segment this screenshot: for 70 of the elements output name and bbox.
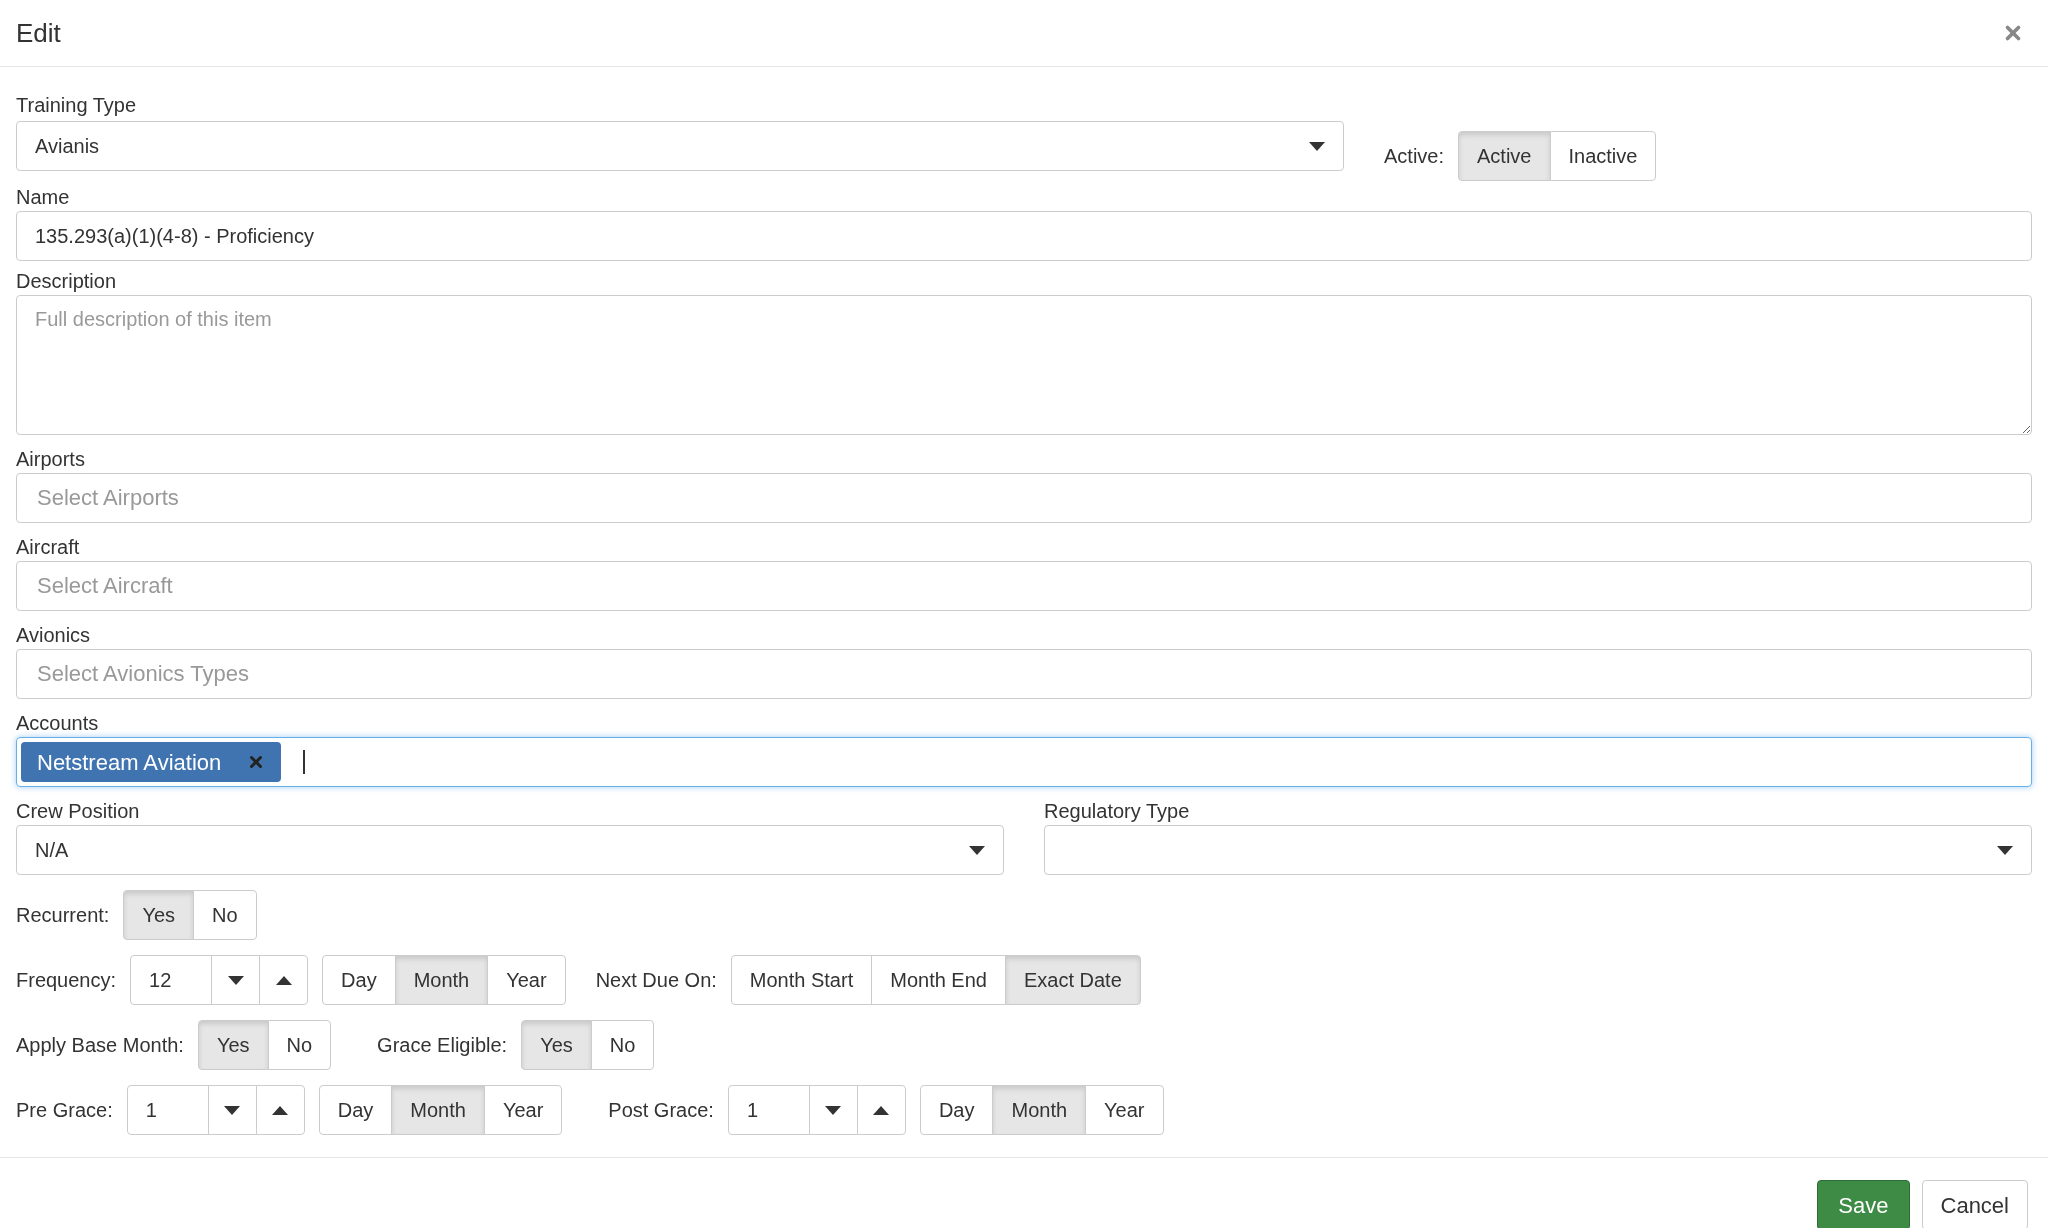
- toggle-button[interactable]: Year: [1085, 1085, 1164, 1135]
- select-value: Avianis: [35, 134, 100, 159]
- number-field[interactable]: 1: [727, 1085, 810, 1135]
- toggle-button[interactable]: Yes: [521, 1020, 592, 1070]
- dropdown-select[interactable]: N/A: [16, 825, 1004, 875]
- multi-select-field[interactable]: Select Avionics Types: [16, 649, 2032, 699]
- dropdown-select[interactable]: Avianis: [16, 121, 1344, 171]
- field-label: Accounts: [16, 711, 100, 736]
- decrement-button[interactable]: [808, 1085, 858, 1135]
- increment-button[interactable]: [259, 955, 309, 1005]
- toggle-button[interactable]: Yes: [197, 1020, 269, 1070]
- caret-down-icon: [227, 975, 244, 985]
- dialog-title: Edit: [16, 16, 61, 50]
- field-label: Name: [16, 185, 71, 210]
- caret-up-icon: [873, 1105, 890, 1115]
- number-field[interactable]: 1: [126, 1085, 209, 1135]
- toggle-button[interactable]: No: [193, 890, 257, 940]
- caret-down-icon: [1309, 141, 1325, 151]
- field-label: Description: [16, 269, 118, 294]
- field-label: Aircraft: [16, 535, 81, 560]
- field-label: Grace Eligible:: [377, 1033, 508, 1058]
- toggle-button[interactable]: Yes: [123, 890, 194, 940]
- toggle-button[interactable]: Year: [487, 955, 566, 1005]
- multi-select-field[interactable]: Select Airports: [16, 473, 2032, 523]
- field-label: Apply Base Month:: [16, 1033, 184, 1058]
- field-label: Pre Grace:: [16, 1098, 113, 1123]
- field-label: Avionics: [16, 623, 92, 648]
- caret-down-icon: [224, 1105, 241, 1115]
- select-value: N/A: [35, 838, 69, 863]
- toggle-button[interactable]: Month Start: [730, 955, 873, 1005]
- toggle-button[interactable]: Month: [391, 1085, 485, 1135]
- toggle-button[interactable]: Active: [1458, 131, 1551, 181]
- toggle-button[interactable]: Month: [394, 955, 489, 1005]
- description-field[interactable]: Full description of this item: [16, 295, 2032, 435]
- field-label: Regulatory Type: [1044, 799, 1191, 824]
- caret-up-icon: [272, 1105, 289, 1115]
- field-label: Post Grace:: [608, 1098, 714, 1123]
- toggle-button[interactable]: Month End: [871, 955, 1006, 1005]
- field-label: Airports: [16, 447, 86, 472]
- account-tag[interactable]: Netstream Aviation: [21, 742, 282, 782]
- caret-down-icon: [825, 1105, 842, 1115]
- caret-down-icon: [1997, 845, 2013, 855]
- toggle-button[interactable]: Inactive: [1549, 131, 1657, 181]
- increment-button[interactable]: [255, 1085, 305, 1135]
- field-label: Frequency:: [16, 968, 117, 993]
- multi-select-field[interactable]: Select Aircraft: [16, 561, 2032, 611]
- field-label: Active:: [1384, 144, 1445, 169]
- increment-button[interactable]: [856, 1085, 906, 1135]
- name-field[interactable]: 135.293(a)(1)(4-8) - Proficiency: [16, 211, 2032, 261]
- toggle-button[interactable]: Day: [322, 955, 396, 1005]
- field-label: Recurrent:: [16, 903, 110, 928]
- decrement-button[interactable]: [207, 1085, 257, 1135]
- toggle-button[interactable]: Month: [992, 1085, 1087, 1135]
- toggle-button[interactable]: Day: [318, 1085, 393, 1135]
- accounts-field[interactable]: Netstream Aviation: [16, 737, 2032, 787]
- toggle-button[interactable]: Day: [919, 1085, 994, 1135]
- text-cursor: [303, 750, 306, 774]
- field-label: Training Type: [16, 93, 138, 118]
- save-button[interactable]: Save: [1817, 1180, 1910, 1228]
- decrement-button[interactable]: [211, 955, 261, 1005]
- caret-up-icon: [275, 975, 292, 985]
- cancel-button[interactable]: Cancel: [1921, 1180, 2028, 1228]
- number-field[interactable]: 12: [130, 955, 213, 1005]
- toggle-button[interactable]: Year: [483, 1085, 563, 1135]
- toggle-button[interactable]: No: [590, 1020, 655, 1070]
- field-label: Next Due On:: [595, 968, 717, 993]
- toggle-button[interactable]: No: [267, 1020, 332, 1070]
- toggle-button[interactable]: Exact Date: [1004, 955, 1141, 1005]
- field-label: Crew Position: [16, 799, 141, 824]
- caret-down-icon: [969, 845, 985, 855]
